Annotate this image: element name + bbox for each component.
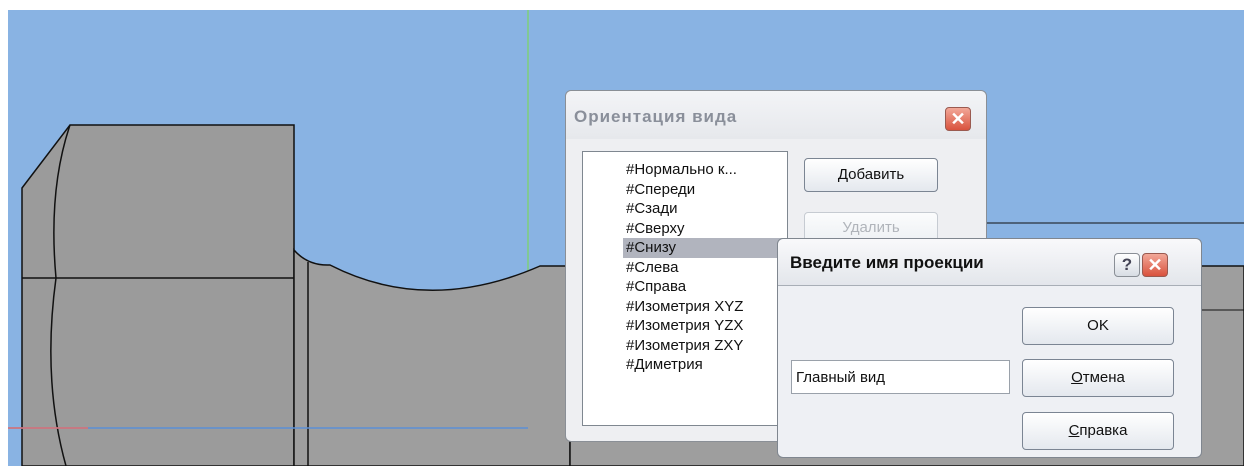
views-list[interactable]: #Нормально к... #Спереди #Сзади #Сверху #Сни… [582,151,788,426]
list-item[interactable]: #Диметрия [623,355,787,375]
orientation-dialog-title: Ориентация вида [574,107,738,126]
ok-button-label: OK [1087,317,1109,334]
help-button-mnemonic: С [1068,422,1080,439]
help-button[interactable]: Справка [1022,412,1174,450]
list-item[interactable]: #Спереди [623,180,787,200]
cancel-button-mnemonic: О [1071,369,1083,386]
part-hex-head [21,124,295,466]
list-item[interactable]: #Нормально к... [623,160,787,180]
projection-name-input[interactable] [791,360,1010,394]
close-icon[interactable]: ✕ [1142,253,1168,277]
cancel-button[interactable]: Отмена [1022,359,1174,397]
list-item[interactable]: #Сзади [623,199,787,219]
projection-name-dialog-title: Введите имя проекции [790,253,984,272]
orientation-dialog-titlebar[interactable]: Ориентация вида [566,91,986,139]
cancel-button-label: тмена [1082,369,1125,386]
list-item[interactable]: #Изометрия ZXY [623,336,787,356]
part-neck [293,248,571,466]
list-item[interactable]: #Справа [623,277,787,297]
add-button-label: обавить [848,166,905,183]
list-item[interactable]: #Слева [623,258,787,278]
list-item[interactable]: #Снизу [623,238,787,258]
list-item[interactable]: #Сверху [623,219,787,239]
delete-button-label: Удалить [842,219,900,236]
ok-button[interactable]: OK [1022,307,1174,345]
list-item[interactable]: #Изометрия YZX [623,316,787,336]
help-icon[interactable]: ? [1114,253,1140,277]
add-button-mnemonic: Д [837,166,849,183]
close-icon[interactable]: ✕ [945,107,971,131]
help-button-label: правка [1079,422,1128,439]
add-button[interactable]: Добавить [804,158,938,192]
list-item[interactable]: #Изометрия XYZ [623,297,787,317]
